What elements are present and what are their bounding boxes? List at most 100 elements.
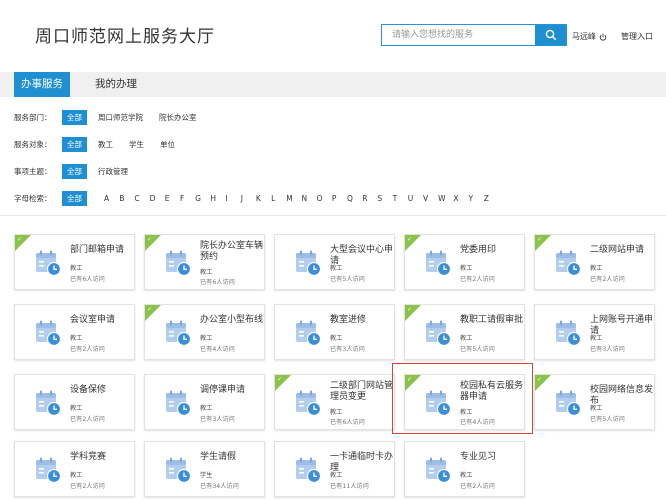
filter-panel: 服务部门： 全部 周口师范学院 院长办公室 服务对象： 全部 教工 学生 单位 …	[0, 97, 666, 216]
filter-label: 服务部门：	[14, 112, 52, 122]
service-audience: 教工	[200, 269, 213, 276]
search-box	[381, 24, 567, 46]
search-input[interactable]	[382, 25, 536, 45]
service-card[interactable]: ✓ 校园网络信息发布 教工 已有5人访问	[534, 374, 655, 430]
service-visits: 已有4人访问	[200, 346, 235, 353]
service-card[interactable]: 教室进修 教工 已有3人访问	[274, 304, 395, 360]
service-visits: 已有3人访问	[200, 416, 235, 423]
calendar-clock-icon	[424, 249, 452, 277]
letter-filter-l[interactable]: L	[271, 194, 286, 203]
letter-filter-u[interactable]: U	[408, 194, 423, 203]
letter-filter-f[interactable]: F	[180, 194, 195, 203]
calendar-clock-icon	[34, 389, 62, 417]
tab-services[interactable]: 办事服务	[14, 72, 70, 97]
service-card[interactable]: 设备保修 教工 已有2人访问	[14, 374, 135, 430]
filter-all-button[interactable]: 全部	[62, 190, 87, 206]
service-card[interactable]: 大型会议中心申请 教工 已有5人访问	[274, 234, 395, 290]
calendar-clock-icon	[164, 249, 192, 277]
service-card[interactable]: ✓ 院长办公室车辆预约 教工 已有6人访问	[144, 234, 265, 290]
letter-filter-p[interactable]: P	[332, 194, 347, 203]
service-card[interactable]: ✓ 办公室小型布线 教工 已有4人访问	[144, 304, 265, 360]
service-visits: 已有2人访问	[590, 276, 625, 283]
filter-option[interactable]: 学生	[129, 139, 144, 150]
calendar-clock-icon	[164, 456, 192, 484]
letter-filter-b[interactable]: B	[119, 194, 134, 203]
service-card[interactable]: 学科竞赛 教工 已有2人访问	[14, 441, 135, 497]
letter-filter-m[interactable]: M	[286, 194, 301, 203]
letter-filter-t[interactable]: T	[393, 194, 408, 203]
service-audience: 教工	[590, 405, 603, 412]
filter-option[interactable]: 教工	[98, 139, 113, 150]
calendar-clock-icon	[554, 319, 582, 347]
letter-filter-h[interactable]: H	[210, 194, 225, 203]
service-card[interactable]: ✓ 教职工请假审批 教工 已有5人访问	[404, 304, 525, 360]
filter-option[interactable]: 周口师范学院	[98, 112, 143, 123]
letter-filter-d[interactable]: D	[150, 194, 165, 203]
service-card[interactable]: 会议室申请 教工 已有2人访问	[14, 304, 135, 360]
letter-filter-y[interactable]: Y	[469, 194, 484, 203]
calendar-clock-icon	[294, 319, 322, 347]
letter-filter-e[interactable]: E	[165, 194, 180, 203]
service-audience: 教工	[330, 409, 343, 416]
tab-my-handling[interactable]: 我的办理	[95, 72, 137, 97]
service-card[interactable]: 调停课申请 教工 已有3人访问	[144, 374, 265, 430]
letter-filter-o[interactable]: O	[317, 194, 332, 203]
letter-filter-x[interactable]: X	[453, 194, 468, 203]
filter-all-button[interactable]: 全部	[62, 109, 87, 125]
main-nav: 办事服务 我的办理	[0, 72, 666, 97]
calendar-clock-icon	[424, 456, 452, 484]
filter-all-button[interactable]: 全部	[62, 163, 87, 179]
letter-filter-q[interactable]: Q	[347, 194, 362, 203]
letter-filter-k[interactable]: K	[256, 194, 271, 203]
letter-filter-s[interactable]: S	[377, 194, 392, 203]
calendar-clock-icon	[34, 319, 62, 347]
letter-filter-z[interactable]: Z	[484, 194, 499, 203]
service-card[interactable]: ✓ 二级部门网站管理员变更 教工 已有6人访问	[274, 374, 395, 430]
service-visits: 已有2人访问	[460, 276, 495, 283]
check-icon: ✓	[407, 306, 413, 313]
letter-filter-r[interactable]: R	[362, 194, 377, 203]
service-visits: 已有3人访问	[330, 346, 365, 353]
user-menu[interactable]: 马远峰	[572, 31, 607, 42]
letter-filter-c[interactable]: C	[134, 194, 149, 203]
filter-option[interactable]: 行政管理	[98, 166, 128, 177]
letter-filter-v[interactable]: V	[423, 194, 438, 203]
filter-all-button[interactable]: 全部	[62, 136, 87, 152]
service-card[interactable]: 一卡通临时卡办理 教工 已有11人访问	[274, 441, 395, 497]
service-audience: 教工	[200, 335, 213, 342]
calendar-clock-icon	[164, 319, 192, 347]
admin-entry-link[interactable]: 管理入口	[621, 31, 653, 42]
service-title: 院长办公室车辆预约	[200, 241, 264, 262]
service-title: 二级部门网站管理员变更	[330, 381, 394, 402]
letter-filter-g[interactable]: G	[195, 194, 210, 203]
service-card[interactable]: ✓ 党委用印 教工 已有2人访问	[404, 234, 525, 290]
search-button[interactable]	[535, 25, 566, 45]
letter-filter-i[interactable]: I	[226, 194, 241, 203]
letter-filter-w[interactable]: W	[438, 194, 453, 203]
service-visits: 已有11人访问	[330, 483, 369, 490]
filter-label: 事项主题：	[14, 166, 52, 176]
service-card[interactable]: ✓ 部门邮箱申请 教工 已有6人访问	[14, 234, 135, 290]
service-card[interactable]: ✓ 校园私有云服务器申请 教工 已有4人访问	[404, 374, 525, 430]
filter-option[interactable]: 单位	[160, 139, 175, 150]
check-icon: ✓	[277, 376, 283, 383]
service-card[interactable]: ✓ 二级网站申请 教工 已有2人访问	[534, 234, 655, 290]
power-icon[interactable]	[599, 33, 607, 41]
service-audience: 教工	[460, 335, 473, 342]
letter-filter-j[interactable]: J	[241, 194, 256, 203]
service-audience: 学生	[200, 472, 213, 479]
letter-filter-a[interactable]: A	[104, 194, 119, 203]
search-icon	[545, 29, 556, 41]
service-audience: 教工	[70, 405, 83, 412]
service-visits: 已有5人访问	[590, 416, 625, 423]
check-icon: ✓	[537, 236, 543, 243]
service-title: 办公室小型布线	[200, 315, 264, 325]
service-card[interactable]: 专业见习 教工 已有2人访问	[404, 441, 525, 497]
letter-filter-n[interactable]: N	[301, 194, 316, 203]
service-card[interactable]: 学生请假 学生 已有34人访问	[144, 441, 265, 497]
filter-row-audience: 服务对象： 全部 教工 学生 单位	[14, 135, 191, 153]
service-audience: 教工	[590, 265, 603, 272]
service-card[interactable]: 上网账号开通申请 教工 已有3人访问	[534, 304, 655, 360]
filter-row-department: 服务部门： 全部 周口师范学院 院长办公室	[14, 108, 213, 126]
filter-option[interactable]: 院长办公室	[159, 112, 197, 123]
